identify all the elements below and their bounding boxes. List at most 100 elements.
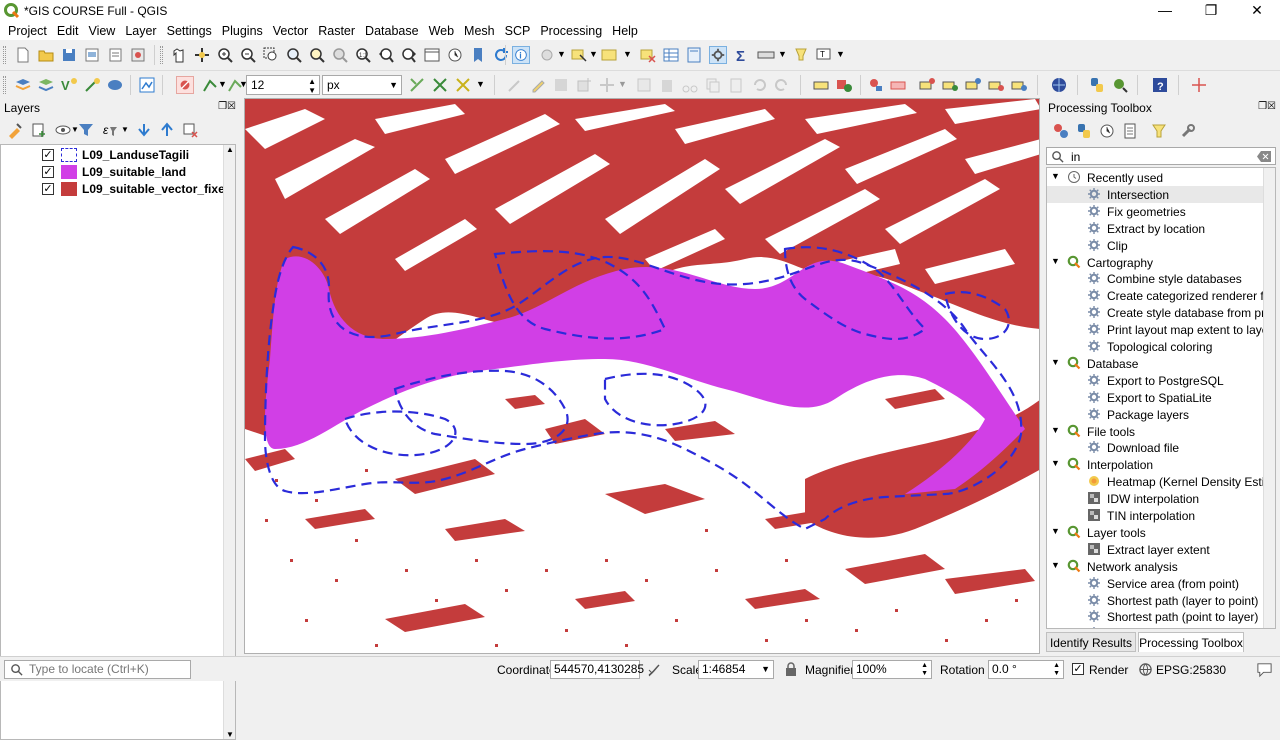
self-snapping-icon[interactable] [454, 76, 472, 94]
render-checkbox[interactable]: ✓ [1072, 663, 1084, 675]
pencil-icon[interactable] [529, 76, 547, 94]
toolbox-group[interactable]: ▼ Recently used [1047, 169, 1275, 186]
python-console-icon[interactable] [1088, 76, 1106, 94]
new-shapefile-layer-icon[interactable]: V [60, 76, 78, 94]
menu-layer[interactable]: Layer [121, 22, 160, 40]
processing-toolbox-icon[interactable] [709, 46, 727, 64]
minimize-button[interactable]: — [1142, 0, 1188, 22]
topological-editing-icon[interactable] [408, 76, 426, 94]
zoom-native-icon[interactable]: 1:1 [354, 46, 372, 64]
new-map-view-icon[interactable] [423, 46, 441, 64]
select-by-value-icon[interactable] [600, 46, 618, 64]
save-project-icon[interactable] [60, 46, 78, 64]
options-icon[interactable] [1179, 122, 1197, 140]
coordinate-field[interactable]: 544570,4130285 [550, 660, 644, 679]
layer-visibility-checkbox[interactable]: ✓ [42, 166, 54, 178]
dropdown-arrow[interactable]: ▼ [557, 49, 566, 59]
pin-labels-icon[interactable] [866, 76, 884, 94]
measure-line-icon[interactable] [757, 46, 775, 64]
show-hide-labels-icon[interactable] [987, 76, 1005, 94]
identify-features-icon[interactable]: i [512, 46, 530, 64]
cut-features-icon[interactable] [681, 76, 699, 94]
zoom-full-icon[interactable] [285, 46, 303, 64]
move-label-icon[interactable] [918, 76, 936, 94]
statistical-summary-icon[interactable]: Σ [733, 46, 751, 64]
scripts-icon[interactable] [1075, 122, 1093, 140]
collapse-all-icon[interactable] [158, 121, 176, 139]
run-feature-action-icon[interactable] [538, 46, 556, 64]
magnifier-input[interactable]: 100% ▲ ▼ [852, 660, 932, 679]
menu-vector[interactable]: Vector [269, 22, 312, 40]
toolbox-algorithm[interactable]: Service area (from point) [1047, 575, 1275, 592]
toolbar-grip[interactable] [160, 46, 163, 64]
menu-raster[interactable]: Raster [314, 22, 359, 40]
menu-mesh[interactable]: Mesh [460, 22, 499, 40]
toolbox-algorithm[interactable]: Fix geometries [1047, 203, 1275, 220]
toolbox-group[interactable]: ▼ File tools [1047, 423, 1275, 440]
dropdown-arrow[interactable]: ▼ [778, 49, 787, 59]
panel-float-close-buttons[interactable]: ❐☒ [1258, 101, 1276, 112]
expand-arrow-icon[interactable]: ▼ [1051, 526, 1060, 536]
toolbox-algorithm[interactable]: Intersection [1047, 185, 1275, 203]
crosshair-icon[interactable] [1190, 76, 1208, 94]
expand-arrow-icon[interactable]: ▼ [1051, 357, 1060, 367]
zoom-out-icon[interactable] [239, 46, 257, 64]
toolbox-algorithm[interactable]: Topological coloring [1047, 338, 1275, 355]
toolbox-algorithm[interactable]: Shortest path (point to point) [1047, 625, 1275, 628]
layer-visibility-checkbox[interactable]: ✓ [42, 183, 54, 195]
toolbox-algorithm[interactable]: Package layers [1047, 406, 1275, 423]
scale-select[interactable]: 1:46854 ▼ [698, 660, 774, 679]
zoom-to-layer-icon[interactable] [331, 46, 349, 64]
digitize-curve-icon[interactable] [506, 76, 524, 94]
dropdown-arrow[interactable]: ▼ [623, 49, 632, 59]
map-tips-icon[interactable] [792, 46, 810, 64]
menu-database[interactable]: Database [361, 22, 423, 40]
toggle-editing-icon[interactable] [176, 76, 194, 94]
tab-processing-toolbox[interactable]: Processing Toolbox [1138, 632, 1244, 652]
map-canvas[interactable] [244, 98, 1040, 654]
tab-identify-results[interactable]: Identify Results [1046, 632, 1136, 652]
messages-icon[interactable] [1256, 661, 1273, 678]
zoom-to-selection-icon[interactable] [308, 46, 326, 64]
move-feature-icon[interactable] [598, 76, 616, 94]
expand-arrow-icon[interactable]: ▼ [1051, 425, 1060, 435]
layer-tree-scrollbar[interactable]: ▲ ▼ [223, 145, 235, 739]
crs-globe-icon[interactable] [1138, 662, 1153, 677]
expand-arrow-icon[interactable]: ▼ [1051, 256, 1060, 266]
toolbox-algorithm[interactable]: Heatmap (Kernel Density Esti... [1047, 473, 1275, 490]
dropdown-arrow[interactable]: ▼ [618, 79, 627, 89]
redo-icon[interactable] [773, 76, 791, 94]
toolbox-search-input[interactable]: in [1046, 147, 1276, 165]
rotation-input[interactable]: 0.0 ° ▲ ▼ [988, 660, 1064, 679]
field-calculator-icon[interactable] [685, 46, 703, 64]
models-icon[interactable] [1052, 122, 1070, 140]
toolbox-group[interactable]: ▼ Database [1047, 355, 1275, 372]
menu-edit[interactable]: Edit [53, 22, 83, 40]
toggle-extents-icon[interactable] [646, 662, 662, 678]
label-properties-icon[interactable] [1010, 76, 1028, 94]
menu-scp[interactable]: SCP [501, 22, 535, 40]
text-annotation-icon[interactable]: T [815, 46, 833, 64]
toolbox-algorithm[interactable]: TIN interpolation [1047, 507, 1275, 524]
toolbox-algorithm[interactable]: Extract by location [1047, 220, 1275, 237]
expand-all-icon[interactable] [135, 121, 153, 139]
select-features-icon[interactable] [570, 46, 588, 64]
bookmarks-icon[interactable] [469, 46, 487, 64]
dropdown-arrow[interactable]: ▼ [476, 79, 485, 89]
expand-arrow-icon[interactable]: ▼ [1051, 560, 1060, 570]
rotate-label-icon[interactable] [941, 76, 959, 94]
data-source-manager-icon[interactable] [14, 76, 32, 94]
layer-item[interactable]: ✓ L09_suitable_land [1, 164, 225, 181]
expand-arrow-icon[interactable]: ▼ [1051, 171, 1060, 181]
toolbox-algorithm[interactable]: IDW interpolation [1047, 490, 1275, 507]
attribute-table-icon[interactable] [662, 46, 680, 64]
metasearch-icon[interactable] [1050, 76, 1068, 94]
snapping-tolerance-input[interactable]: 12 ▲ ▼ [246, 75, 320, 95]
toolbox-group[interactable]: ▼ Cartography [1047, 254, 1275, 271]
zoom-in-icon[interactable] [216, 46, 234, 64]
layer-labeling-icon[interactable] [835, 76, 853, 94]
style-manager-icon[interactable] [129, 46, 147, 64]
crs-button[interactable]: EPSG:25830 [1156, 663, 1226, 677]
refresh-icon[interactable] [492, 46, 510, 64]
dropdown-arrow[interactable]: ▼ [836, 49, 845, 59]
